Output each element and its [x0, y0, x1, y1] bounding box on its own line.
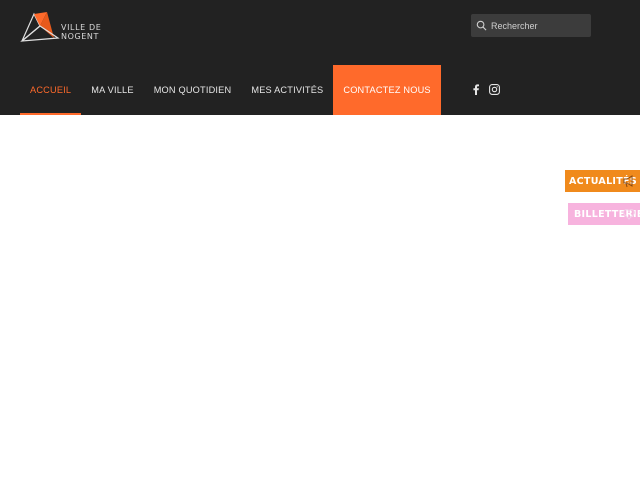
social-links: [470, 84, 500, 95]
logo-mark-icon: [20, 12, 60, 42]
search-icon: [471, 14, 491, 37]
tickets-tab[interactable]: BILLETTERIE: [568, 203, 640, 225]
site-logo[interactable]: VILLE DE NOGENT: [20, 10, 130, 44]
nav-item-mes-activites[interactable]: MES ACTIVITÉS: [241, 65, 333, 115]
news-tab[interactable]: ACTUALITÉS: [565, 170, 640, 192]
search-box[interactable]: [471, 14, 591, 37]
megaphone-icon: [623, 175, 633, 188]
site-header: VILLE DE NOGENT ACCUEIL MA VILLE MON QUO…: [0, 0, 640, 115]
nav-item-accueil[interactable]: ACCUEIL: [20, 65, 82, 115]
instagram-icon[interactable]: [489, 84, 500, 95]
search-input[interactable]: [491, 20, 581, 31]
main-nav: ACCUEIL MA VILLE MON QUOTIDIEN MES ACTIV…: [20, 65, 441, 115]
facebook-icon[interactable]: [470, 84, 481, 95]
nav-item-mon-quotidien[interactable]: MON QUOTIDIEN: [144, 65, 242, 115]
logo-text: VILLE DE NOGENT: [61, 23, 102, 41]
nav-item-contactez-nous[interactable]: CONTACTEZ NOUS: [333, 65, 441, 115]
nav-item-ma-ville[interactable]: MA VILLE: [81, 65, 143, 115]
heart-icon: [623, 209, 635, 220]
